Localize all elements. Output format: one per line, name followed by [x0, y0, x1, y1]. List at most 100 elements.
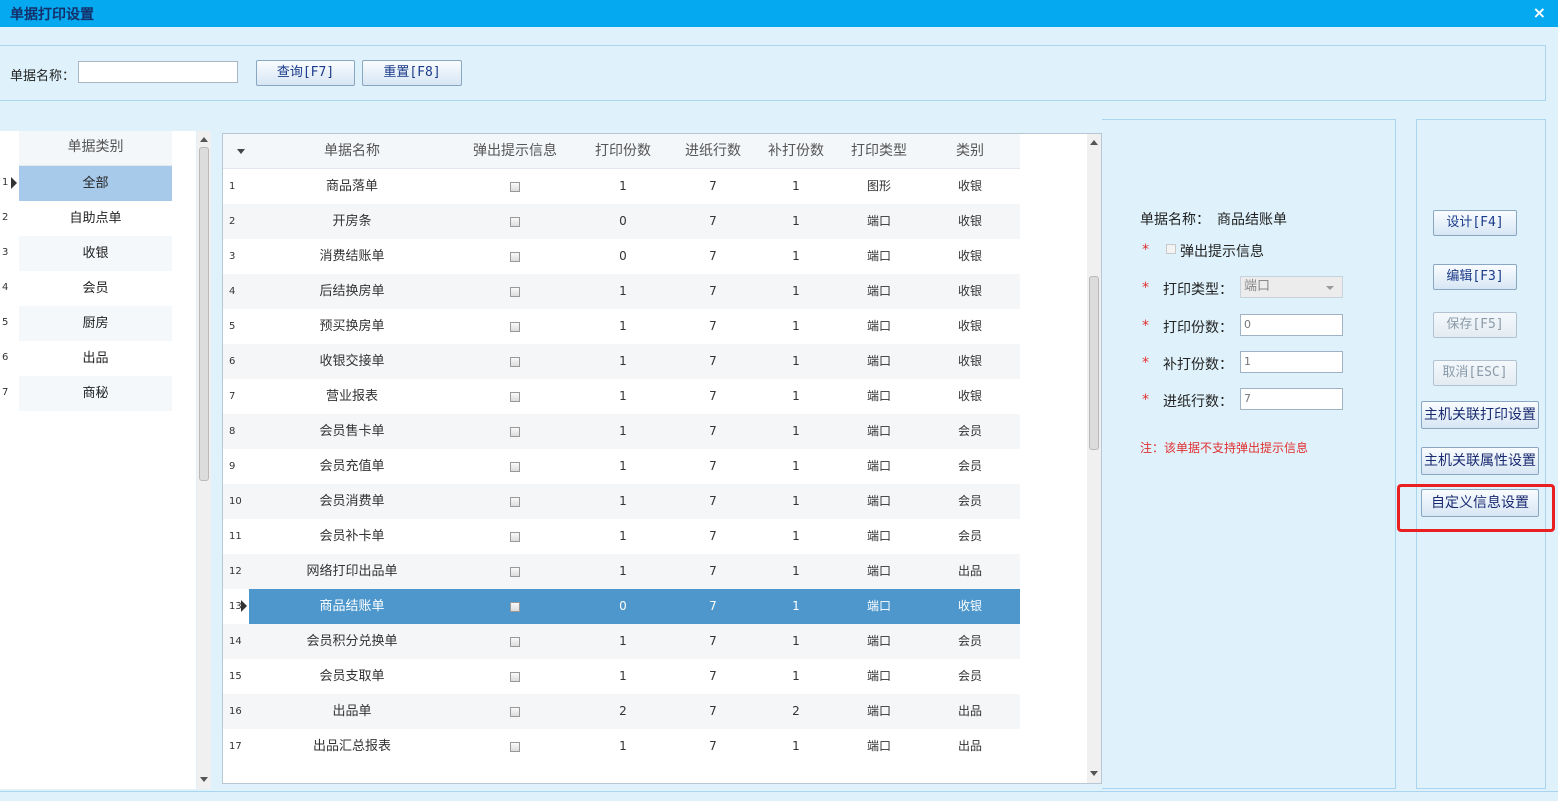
table-row[interactable]: 7 营业报表 1 7 1 端口 收银 — [223, 379, 1020, 414]
popup-checkbox[interactable] — [510, 181, 520, 192]
scroll-down-icon[interactable] — [200, 777, 208, 782]
scroll-down-icon[interactable] — [1090, 771, 1098, 776]
col-copies[interactable]: 打印份数 — [575, 134, 671, 169]
category-row[interactable]: 6 出品 — [0, 341, 196, 376]
cell-copies: 0 — [619, 249, 627, 263]
col-reprint[interactable]: 补打份数 — [755, 134, 837, 169]
popup-checkbox[interactable] — [510, 321, 520, 332]
cell-feed-lines: 7 — [709, 424, 717, 438]
scroll-thumb[interactable] — [199, 147, 209, 481]
table-row[interactable]: 14 会员积分兑换单 1 7 1 端口 会员 — [223, 624, 1020, 659]
cell-copies: 1 — [619, 389, 627, 403]
reprint-input[interactable]: 1 — [1240, 351, 1343, 373]
table-row[interactable]: 17 出品汇总报表 1 7 1 端口 出品 — [223, 729, 1020, 764]
col-popup[interactable]: 弹出提示信息 — [455, 134, 575, 169]
cell-feed-lines: 7 — [709, 284, 717, 298]
required-mark: * — [1142, 242, 1149, 258]
design-button[interactable]: 设计[F4] — [1433, 210, 1517, 236]
popup-checkbox[interactable] — [510, 286, 520, 297]
table-row[interactable]: 12 网络打印出品单 1 7 1 端口 出品 — [223, 554, 1020, 589]
column-menu-icon[interactable] — [237, 149, 245, 154]
table-row[interactable]: 10 会员消费单 1 7 1 端口 会员 — [223, 484, 1020, 519]
category-scrollbar[interactable] — [197, 131, 211, 789]
table-row[interactable]: 3 消费结账单 0 7 1 端口 收银 — [223, 239, 1020, 274]
scroll-up-icon[interactable] — [200, 137, 208, 142]
cell-bill-name: 网络打印出品单 — [306, 564, 398, 579]
bill-name-search-input[interactable] — [78, 61, 238, 83]
search-bar: 单据名称： 查询[F7] 重置[F8] — [0, 45, 1546, 101]
popup-checkbox[interactable] — [510, 601, 520, 612]
copies-input[interactable]: 0 — [1240, 314, 1343, 336]
popup-checkbox[interactable] — [510, 216, 520, 227]
table-row[interactable]: 8 会员售卡单 1 7 1 端口 会员 — [223, 414, 1020, 449]
cell-reprint: 1 — [792, 179, 800, 193]
cell-reprint: 1 — [792, 284, 800, 298]
host-print-settings-button[interactable]: 主机关联打印设置 — [1421, 401, 1539, 429]
table-row[interactable]: 4 后结换房单 1 7 1 端口 收银 — [223, 274, 1020, 309]
table-row[interactable]: 11 会员补卡单 1 7 1 端口 会员 — [223, 519, 1020, 554]
popup-checkbox[interactable] — [510, 461, 520, 472]
popup-checkbox[interactable] — [510, 706, 520, 717]
cell-popup — [455, 554, 575, 589]
popup-checkbox[interactable] — [510, 636, 520, 647]
category-row[interactable]: 2 自助点单 — [0, 201, 196, 236]
save-button[interactable]: 保存[F5] — [1433, 312, 1517, 338]
table-row[interactable]: 6 收银交接单 1 7 1 端口 收银 — [223, 344, 1020, 379]
table-row[interactable]: 2 开房条 0 7 1 端口 收银 — [223, 204, 1020, 239]
popup-checkbox[interactable] — [510, 531, 520, 542]
popup-checkbox[interactable] — [510, 391, 520, 402]
scroll-up-icon[interactable] — [1090, 140, 1098, 145]
cell-copies: 1 — [619, 564, 627, 578]
category-row[interactable]: 4 会员 — [0, 271, 196, 306]
cell-bill-name: 会员补卡单 — [319, 529, 385, 544]
copies-label: 打印份数： — [1163, 320, 1233, 336]
table-row[interactable]: 9 会员充值单 1 7 1 端口 会员 — [223, 449, 1020, 484]
grid-scrollbar[interactable] — [1087, 134, 1101, 783]
cell-print-type: 端口 — [866, 739, 891, 753]
table-row[interactable]: 16 出品单 2 7 2 端口 出品 — [223, 694, 1020, 729]
row-number: 12 — [229, 566, 242, 577]
category-row[interactable]: 1 全部 — [0, 166, 196, 201]
cell-feed-lines: 7 — [709, 704, 717, 718]
host-attribute-settings-button[interactable]: 主机关联属性设置 — [1421, 447, 1539, 475]
popup-checkbox[interactable] — [510, 566, 520, 577]
popup-checkbox[interactable] — [510, 251, 520, 262]
bill-grid: 单据名称 弹出提示信息 打印份数 进纸行数 补打份数 打印类型 类别 1 商品落单… — [222, 133, 1102, 784]
cell-print-type: 图形 — [866, 179, 891, 193]
reset-button[interactable]: 重置[F8] — [362, 60, 462, 86]
cell-category: 收银 — [957, 284, 982, 298]
table-row[interactable]: 13 商品结账单 0 7 1 端口 收银 — [223, 589, 1020, 624]
edit-button[interactable]: 编辑[F3] — [1433, 264, 1517, 290]
col-category[interactable]: 类别 — [921, 134, 1019, 169]
col-feed-lines[interactable]: 进纸行数 — [671, 134, 755, 169]
category-row[interactable]: 3 收银 — [0, 236, 196, 271]
popup-checkbox[interactable] — [510, 426, 520, 437]
cancel-button[interactable]: 取消[ESC] — [1433, 360, 1517, 386]
scroll-thumb[interactable] — [1089, 276, 1099, 450]
col-print-type[interactable]: 打印类型 — [837, 134, 921, 169]
row-number: 8 — [229, 426, 236, 437]
popup-checkbox[interactable] — [510, 496, 520, 507]
cell-popup — [455, 659, 575, 694]
feed-lines-input[interactable]: 7 — [1240, 388, 1343, 410]
table-row[interactable]: 1 商品落单 1 7 1 图形 收银 — [223, 169, 1020, 204]
table-row[interactable]: 15 会员支取单 1 7 1 端口 会员 — [223, 659, 1020, 694]
cell-category: 收银 — [957, 389, 982, 403]
query-button[interactable]: 查询[F7] — [256, 60, 355, 86]
category-row[interactable]: 7 商秘 — [0, 376, 196, 411]
popup-checkbox[interactable] — [510, 741, 520, 752]
table-row[interactable]: 5 预买换房单 1 7 1 端口 收银 — [223, 309, 1020, 344]
col-bill-name[interactable]: 单据名称 — [249, 134, 455, 169]
cell-reprint: 1 — [792, 529, 800, 543]
category-grid: 单据类别 1 全部 2 自助点单 3 收银 4 会员 5 厨房 6 出品 7 商秘 — [0, 131, 196, 789]
cell-category: 会员 — [957, 424, 982, 438]
cell-category: 收银 — [957, 214, 982, 228]
popup-checkbox[interactable] — [510, 671, 520, 682]
cell-category: 收银 — [957, 179, 982, 193]
close-icon[interactable]: × — [1533, 3, 1546, 22]
cell-print-type: 端口 — [866, 319, 891, 333]
popup-checkbox[interactable] — [510, 356, 520, 367]
category-row[interactable]: 5 厨房 — [0, 306, 196, 341]
popup-checkbox[interactable] — [1166, 244, 1176, 254]
print-type-select[interactable]: 端口 — [1240, 276, 1343, 298]
